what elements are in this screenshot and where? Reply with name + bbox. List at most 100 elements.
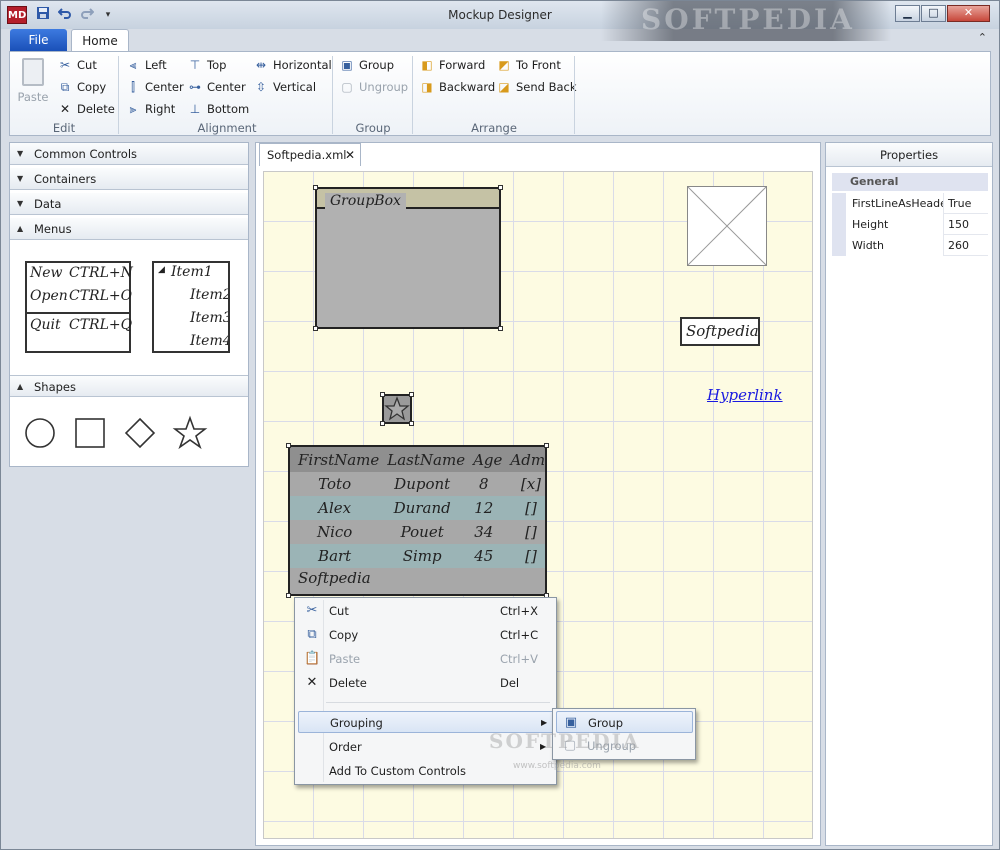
star-shape[interactable] bbox=[172, 415, 208, 450]
backward-label: Backward bbox=[439, 80, 496, 94]
table-cell: 8 bbox=[478, 475, 489, 493]
property-name: Width bbox=[832, 235, 944, 256]
tree-node: Item3 bbox=[190, 310, 230, 326]
group-button[interactable]: ▣ Group bbox=[340, 55, 394, 75]
menu-item-label: Grouping bbox=[330, 716, 383, 730]
property-row[interactable]: Width 260 bbox=[832, 235, 988, 256]
toolbox-panel: ▼ Common Controls ▼ Containers ▼ Data ▲ Menu… bbox=[9, 142, 249, 467]
toolbox-section-menus[interactable]: ▲ Menus bbox=[10, 218, 248, 240]
menu-item-label: Delete bbox=[329, 676, 367, 690]
menu-item-shortcut: Ctrl+V bbox=[500, 652, 538, 666]
resize-handle[interactable] bbox=[498, 185, 503, 190]
group-separator bbox=[332, 56, 333, 134]
collapse-ribbon-button[interactable]: ⌃ bbox=[978, 31, 987, 44]
diamond-shape[interactable] bbox=[124, 417, 156, 449]
send-backward-icon: ◨ bbox=[421, 80, 433, 94]
copy-icon: ⧉ bbox=[307, 627, 317, 642]
distribute-vertical-icon: ⇳ bbox=[255, 80, 267, 94]
home-tab[interactable]: Home bbox=[71, 29, 129, 52]
send-to-back-button[interactable]: ◪ Send Back bbox=[497, 77, 577, 97]
tree-expand-icon: ◢ bbox=[158, 265, 165, 275]
distribute-horizontal-button[interactable]: ⇹ Horizontal bbox=[254, 55, 332, 75]
delete-button[interactable]: ✕ Delete bbox=[58, 99, 115, 119]
align-bottom-label: Bottom bbox=[207, 102, 250, 116]
send-backward-button[interactable]: ◨ Backward bbox=[420, 77, 495, 97]
resize-handle[interactable] bbox=[409, 392, 414, 397]
menu-item-copy[interactable]: ⧉ Copy Ctrl+C bbox=[298, 624, 554, 646]
star-shape-element[interactable] bbox=[382, 394, 412, 424]
property-value[interactable]: 260 bbox=[948, 235, 969, 256]
menu-separator bbox=[326, 702, 550, 703]
circle-shape[interactable] bbox=[25, 418, 55, 448]
scissors-icon: ✂ bbox=[306, 603, 318, 618]
close-tab-icon[interactable]: ✕ bbox=[345, 144, 355, 166]
align-center-button[interactable]: ⫿ Center bbox=[126, 77, 184, 97]
menu-item-new: New bbox=[30, 265, 63, 281]
menu-item-delete[interactable]: ✕ Delete Del bbox=[298, 672, 554, 694]
copy-label: Copy bbox=[77, 80, 107, 94]
column-header: Age bbox=[465, 447, 503, 472]
file-tab[interactable]: File bbox=[10, 29, 67, 51]
bring-forward-button[interactable]: ◧ Forward bbox=[420, 55, 485, 75]
send-back-label: Send Back bbox=[516, 80, 577, 94]
align-middle-button[interactable]: ⊶ Center bbox=[188, 77, 246, 97]
ungroup-button[interactable]: ▢ Ungroup bbox=[340, 77, 408, 97]
square-shape[interactable] bbox=[75, 418, 105, 448]
copy-button[interactable]: ⧉ Copy bbox=[58, 77, 106, 97]
toolbox-section-shapes[interactable]: ▲ Shapes bbox=[10, 375, 248, 397]
table-cell: Durand bbox=[379, 496, 466, 520]
cut-label: Cut bbox=[77, 58, 97, 72]
close-button[interactable]: ✕ bbox=[947, 5, 990, 22]
resize-handle[interactable] bbox=[313, 185, 318, 190]
table-cell: 45 bbox=[465, 544, 503, 568]
align-top-button[interactable]: ⊤ Top bbox=[188, 55, 227, 75]
expand-icon: ▼ bbox=[17, 149, 24, 158]
resize-handle[interactable] bbox=[498, 326, 503, 331]
property-category[interactable]: General bbox=[832, 173, 988, 191]
datagrid-footer: Softpedia bbox=[298, 569, 371, 587]
groupbox-control[interactable]: GroupBox bbox=[315, 187, 501, 329]
resize-handle[interactable] bbox=[380, 421, 385, 426]
align-left-button[interactable]: ⫷ Left bbox=[126, 55, 167, 75]
property-row[interactable]: FirstLineAsHeaders True bbox=[832, 193, 988, 214]
maximize-button[interactable]: □ bbox=[921, 5, 946, 22]
property-value[interactable]: True bbox=[948, 193, 971, 214]
table-cell: Nico bbox=[316, 523, 353, 541]
cut-button[interactable]: ✂ Cut bbox=[58, 55, 97, 75]
table-cell: Pouet bbox=[400, 523, 444, 541]
toolbox-section-containers[interactable]: ▼ Containers bbox=[10, 168, 248, 190]
menu-item-cut[interactable]: ✂ Cut Ctrl+X bbox=[298, 600, 554, 622]
property-value[interactable]: 150 bbox=[948, 214, 969, 235]
table-cell: 34 bbox=[474, 523, 494, 541]
datagrid-control[interactable]: FirstName LastName Age Admin Toto Dupont… bbox=[288, 445, 547, 596]
document-tab[interactable]: Softpedia.xml ✕ bbox=[259, 143, 361, 166]
minimize-button[interactable]: ▁ bbox=[895, 5, 920, 22]
paste-button[interactable]: Paste bbox=[16, 56, 50, 106]
resize-handle[interactable] bbox=[409, 421, 414, 426]
textbox-control[interactable]: Softpedia bbox=[680, 317, 760, 346]
delete-icon: ✕ bbox=[306, 675, 318, 690]
align-left-icon: ⫷ bbox=[129, 57, 137, 72]
menu-item-paste[interactable]: 📋 Paste Ctrl+V bbox=[298, 648, 554, 670]
menu-control-preview[interactable]: New CTRL+N Open CTRL+O Quit CTRL+Q bbox=[25, 261, 133, 353]
vertical-label: Vertical bbox=[273, 80, 317, 94]
toolbox-section-common-controls[interactable]: ▼ Common Controls bbox=[10, 143, 248, 165]
document-tab-label: Softpedia.xml bbox=[267, 148, 347, 162]
shapes-palette bbox=[25, 415, 208, 450]
section-label: Shapes bbox=[34, 380, 77, 394]
distribute-vertical-button[interactable]: ⇳ Vertical bbox=[254, 77, 316, 97]
resize-handle[interactable] bbox=[286, 593, 291, 598]
property-row[interactable]: Height 150 bbox=[832, 214, 988, 235]
resize-handle[interactable] bbox=[544, 443, 549, 448]
tree-control-preview[interactable]: ◢ Item1 Item2 Item3 Item4 bbox=[152, 261, 230, 353]
toolbox-section-data[interactable]: ▼ Data bbox=[10, 193, 248, 215]
resize-handle[interactable] bbox=[313, 326, 318, 331]
resize-handle[interactable] bbox=[286, 443, 291, 448]
hyperlink-control[interactable]: Hyperlink bbox=[707, 386, 783, 404]
align-bottom-button[interactable]: ⊥ Bottom bbox=[188, 99, 249, 119]
resize-handle[interactable] bbox=[380, 392, 385, 397]
image-placeholder[interactable] bbox=[687, 186, 767, 266]
bring-to-front-button[interactable]: ◩ To Front bbox=[497, 55, 561, 75]
align-center-icon: ⫿ bbox=[131, 79, 135, 94]
align-right-button[interactable]: ⫸ Right bbox=[126, 99, 176, 119]
